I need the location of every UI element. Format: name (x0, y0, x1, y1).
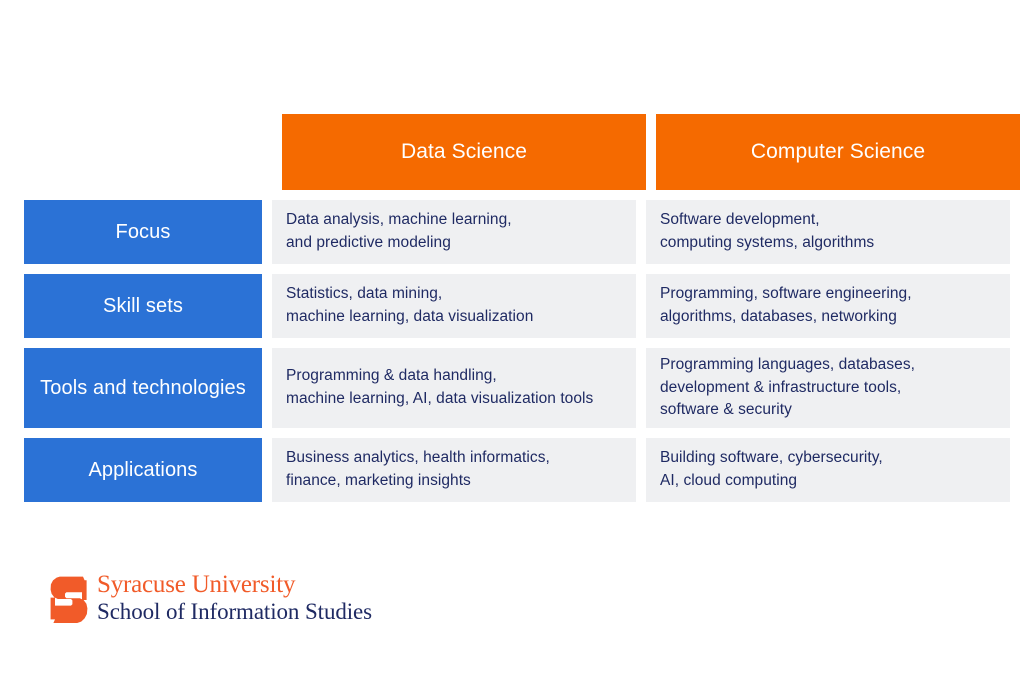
cell-line: Programming, software engineering, (660, 285, 912, 303)
cell-line: Statistics, data mining, (286, 285, 443, 303)
table-row: Focus Data analysis, machine learning, a… (24, 200, 1010, 264)
logo-wordmark: Syracuse University School of Informatio… (97, 572, 372, 625)
cell-line: computing systems, algorithms (660, 234, 875, 251)
cell-text: Programming languages, databases, develo… (660, 354, 915, 422)
logo-university-name: Syracuse University (97, 571, 296, 598)
cell-text: Statistics, data mining, machine learnin… (286, 283, 533, 328)
logo-school-name: School of Information Studies (97, 599, 372, 624)
cell-line: development & infrastructure tools, (660, 378, 902, 396)
cell-skill-sets-computer-science: Programming, software engineering, algor… (646, 274, 1010, 338)
cell-line: software & security (660, 401, 792, 419)
cell-text: Programming & data handling, machine lea… (286, 365, 593, 410)
syracuse-block-s-icon (50, 576, 88, 623)
cell-text: Programming, software engineering, algor… (660, 283, 912, 328)
cell-text: Software development, computing systems,… (660, 209, 874, 254)
column-header-data-science: Data Science (282, 114, 646, 190)
cell-text: Building software, cybersecurity, AI, cl… (660, 447, 883, 492)
row-label-skill-sets: Skill sets (24, 274, 262, 338)
column-header-computer-science: Computer Science (656, 114, 1020, 190)
cell-text: Business analytics, health informatics, … (286, 447, 550, 492)
cell-line: and predictive modeling (286, 234, 451, 251)
row-label-applications: Applications (24, 438, 262, 502)
cell-line: AI, cloud computing (660, 472, 798, 489)
row-label-tools-and-technologies: Tools and technologies (24, 348, 262, 428)
cell-applications-computer-science: Building software, cybersecurity, AI, cl… (646, 438, 1010, 502)
cell-line: Building software, cybersecurity, (660, 449, 883, 467)
cell-line: Data analysis, machine learning, (286, 211, 512, 229)
table-row: Skill sets Statistics, data mining, mach… (24, 274, 1010, 338)
cell-applications-data-science: Business analytics, health informatics, … (272, 438, 636, 502)
cell-focus-data-science: Data analysis, machine learning, and pre… (272, 200, 636, 264)
cell-line: machine learning, data visualization (286, 308, 534, 325)
cell-line: Business analytics, health informatics, (286, 449, 550, 467)
cell-tools-data-science: Programming & data handling, machine lea… (272, 348, 636, 428)
table-row: Tools and technologies Programming & dat… (24, 348, 1010, 428)
cell-line: Programming & data handling, (286, 367, 497, 385)
cell-line: algorithms, databases, networking (660, 308, 897, 325)
cell-focus-computer-science: Software development, computing systems,… (646, 200, 1010, 264)
table-header-row: Data Science Computer Science (24, 114, 1020, 190)
header-corner-spacer (24, 114, 272, 190)
table-row: Applications Business analytics, health … (24, 438, 1010, 502)
row-label-focus: Focus (24, 200, 262, 264)
cell-line: Software development, (660, 211, 820, 229)
cell-tools-computer-science: Programming languages, databases, develo… (646, 348, 1010, 428)
cell-line: machine learning, AI, data visualization… (286, 390, 594, 407)
syracuse-university-logo: Syracuse University School of Informatio… (50, 572, 372, 625)
cell-line: finance, marketing insights (286, 472, 471, 489)
cell-skill-sets-data-science: Statistics, data mining, machine learnin… (272, 274, 636, 338)
cell-line: Programming languages, databases, (660, 356, 915, 374)
cell-text: Data analysis, machine learning, and pre… (286, 209, 512, 254)
comparison-table: Data Science Computer Science Focus Data… (24, 114, 1020, 502)
